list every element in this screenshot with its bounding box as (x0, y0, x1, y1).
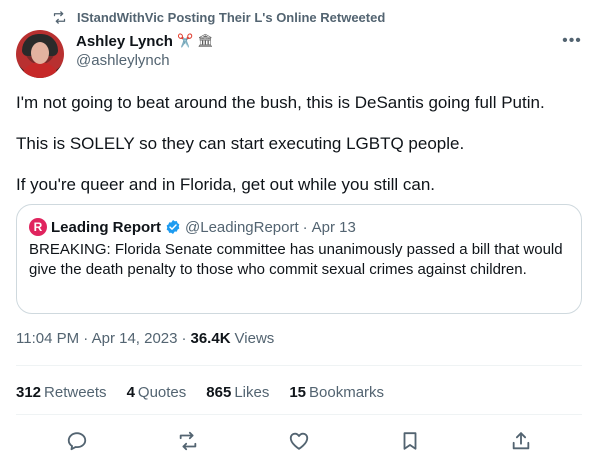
avatar[interactable] (16, 30, 64, 78)
action-bar (16, 424, 582, 458)
stat-label: Likes (234, 384, 270, 401)
reply-button[interactable] (60, 424, 94, 458)
quoted-tweet-text: BREAKING: Florida Senate committee has u… (29, 241, 563, 278)
retweet-button[interactable] (171, 424, 205, 458)
more-options-icon[interactable]: ••• (562, 32, 582, 50)
bookmark-icon (403, 432, 417, 450)
like-icon (289, 432, 309, 450)
quoted-author-name: Leading Report (51, 218, 162, 236)
quoted-tweet-header: R Leading Report @LeadingReport · Apr 13 (29, 217, 569, 237)
divider (16, 414, 582, 415)
author-name[interactable]: Ashley Lynch (76, 33, 173, 50)
author-emoji: ✂️ 🏛 (176, 33, 214, 49)
divider (16, 365, 582, 366)
retweeted-by-banner[interactable]: IStandWithVic Posting Their L's Online R… (52, 8, 385, 26)
quoted-tweet[interactable]: R Leading Report @LeadingReport · Apr 13… (16, 204, 582, 314)
views-label: Views (234, 330, 275, 347)
share-button[interactable] (504, 424, 538, 458)
avatar-shirt (20, 62, 60, 78)
quoted-date: Apr 13 (311, 218, 356, 236)
leading-report-logo: R (29, 218, 47, 236)
stat-bookmarks[interactable]: 15 Bookmarks (289, 384, 384, 401)
meta-separator: · (181, 330, 187, 347)
tweet-paragraph: If you're queer and in Florida, get out … (16, 175, 436, 194)
retweet-icon (179, 431, 197, 451)
stat-label: Retweets (44, 384, 107, 401)
stat-count: 15 (289, 384, 307, 401)
quoted-author-handle: @LeadingReport (185, 218, 299, 236)
engagement-stats: 312 Retweets 4 Quotes 865 Likes 15 Bookmarks (16, 384, 384, 401)
tweet-paragraph: This is SOLELY so they can start executi… (16, 134, 465, 153)
stat-label: Bookmarks (309, 384, 385, 401)
author-name-row: Ashley Lynch ✂️ 🏛 (76, 31, 214, 51)
quoted-separator: · (302, 218, 308, 236)
stat-retweets[interactable]: 312 Retweets (16, 384, 107, 401)
stat-likes[interactable]: 865 Likes (206, 384, 269, 401)
stat-count: 312 (16, 384, 42, 401)
stat-count: 4 (126, 384, 135, 401)
retweet-icon (53, 10, 66, 24)
stat-count: 865 (206, 384, 232, 401)
share-icon (512, 432, 530, 450)
avatar-face (31, 42, 49, 64)
tweet-text: I'm not going to beat around the bush, t… (16, 92, 586, 215)
verified-badge-icon (166, 220, 180, 234)
retweeted-by-text: IStandWithVic Posting Their L's Online R… (77, 9, 386, 25)
author-block[interactable]: Ashley Lynch ✂️ 🏛 @ashleylynch (76, 31, 214, 70)
tweet-meta: 11:04 PM · Apr 14, 2023 · 36.4K Views (16, 330, 274, 347)
stat-label: Quotes (137, 384, 187, 401)
stat-quotes[interactable]: 4 Quotes (127, 384, 187, 401)
tweet-timestamp[interactable]: 11:04 PM · Apr 14, 2023 (16, 330, 178, 347)
like-button[interactable] (282, 424, 316, 458)
views-count: 36.4K (190, 330, 231, 347)
bookmark-button[interactable] (393, 424, 427, 458)
tweet-paragraph: I'm not going to beat around the bush, t… (16, 93, 545, 112)
reply-icon (67, 432, 87, 451)
author-handle[interactable]: @ashleylynch (76, 52, 214, 69)
